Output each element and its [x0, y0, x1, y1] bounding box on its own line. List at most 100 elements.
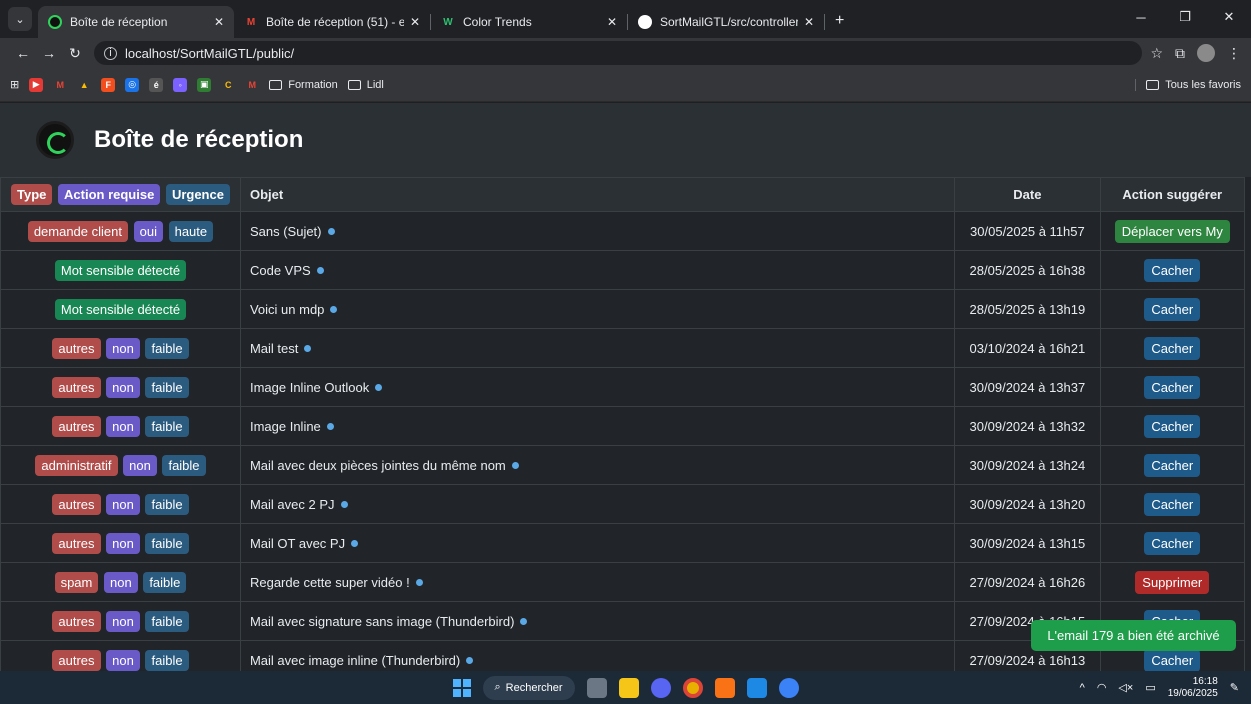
table-row[interactable]: Mot sensible détecté Code VPS 28/05/2025… [0, 250, 1246, 290]
preview-magnifier-icon[interactable] [330, 305, 338, 313]
hide-button[interactable]: Cacher [1144, 375, 1201, 399]
wifi-icon[interactable]: ◠ [1097, 681, 1107, 694]
subject-cell[interactable]: Mail OT avec PJ [239, 523, 956, 563]
subject-cell[interactable]: Mail avec image inline (Thunderbird) [239, 640, 956, 671]
battery-icon[interactable]: ▭ [1145, 681, 1155, 694]
all-bookmarks-folder[interactable]: Tous les favoris [1135, 78, 1241, 91]
vscode-icon[interactable] [746, 677, 767, 698]
bookmark-folder-lidl[interactable]: Lidl [347, 79, 384, 91]
table-row[interactable]: autres non faible Mail OT avec PJ 30/09/… [0, 523, 1246, 563]
table-row[interactable]: spam non faible Regarde cette super vidé… [0, 562, 1246, 602]
browser-tab-github[interactable]: SortMailGTL/src/controller/Ema ✕ [628, 6, 824, 38]
subject-cell[interactable]: Code VPS [239, 250, 956, 290]
back-arrow-icon[interactable]: ← [10, 45, 36, 61]
subject-cell[interactable]: Mail avec 2 PJ [239, 484, 956, 524]
clock[interactable]: 16:18 19/06/2025 [1168, 676, 1218, 700]
task-view-icon[interactable] [586, 677, 607, 698]
forward-arrow-icon[interactable]: → [36, 45, 62, 61]
header-type[interactable]: Type [11, 184, 53, 205]
close-tab-icon[interactable]: ✕ [410, 15, 420, 29]
delete-button[interactable]: Supprimer [1135, 570, 1210, 594]
extensions-icon[interactable]: ⧉ [1175, 45, 1185, 62]
preview-magnifier-icon[interactable] [316, 266, 324, 274]
preview-magnifier-icon[interactable] [351, 539, 359, 547]
hide-button[interactable]: Cacher [1144, 414, 1201, 438]
volume-icon[interactable]: ◁× [1118, 681, 1133, 694]
table-row[interactable]: autres non faible Mail avec 2 PJ 30/09/2… [0, 484, 1246, 524]
close-tab-icon[interactable]: ✕ [214, 15, 224, 29]
subject-cell[interactable]: Image Inline Outlook [239, 367, 956, 407]
subject-cell[interactable]: Mail test [239, 328, 956, 368]
archive-toast[interactable]: L'email 179 a bien été archivé [1031, 620, 1236, 651]
hide-button[interactable]: Cacher [1144, 453, 1201, 477]
browser-menu-icon[interactable]: ⋮ [1227, 45, 1241, 62]
site-info-icon[interactable]: i [104, 46, 117, 60]
app-icon[interactable] [778, 677, 799, 698]
file-explorer-icon[interactable] [618, 677, 639, 698]
taskbar-search[interactable]: ⌕ Rechercher [482, 675, 575, 700]
browser-tab-color-trends[interactable]: W Color Trends ✕ [431, 6, 627, 38]
table-row[interactable]: autres non faible Image Inline 30/09/202… [0, 406, 1246, 446]
subject-cell[interactable]: Image Inline [239, 406, 956, 446]
close-tab-icon[interactable]: ✕ [804, 15, 814, 29]
notifications-icon[interactable]: ✎ [1230, 681, 1239, 694]
table-row[interactable]: Mot sensible détecté Voici un mdp 28/05/… [0, 289, 1246, 329]
header-action-required[interactable]: Action requise [58, 184, 161, 205]
minimize-icon[interactable]: ─ [1119, 0, 1163, 34]
bookmark-folder-formation[interactable]: Formation [269, 79, 338, 91]
chrome-icon[interactable] [682, 677, 703, 698]
table-row[interactable]: autres non faible Image Inline Outlook 3… [0, 367, 1246, 407]
xampp-icon[interactable] [714, 677, 735, 698]
subject-cell[interactable]: Mail avec signature sans image (Thunderb… [239, 601, 956, 641]
bookmark-site-icon[interactable]: ▣ [197, 77, 212, 92]
preview-magnifier-icon[interactable] [327, 227, 335, 235]
preview-magnifier-icon[interactable] [340, 500, 348, 508]
table-row[interactable]: administratif non faible Mail avec deux … [0, 445, 1246, 485]
hide-button[interactable]: Cacher [1144, 648, 1201, 671]
etu-icon[interactable]: é [149, 77, 164, 92]
profile-avatar[interactable] [1197, 44, 1215, 62]
reload-icon[interactable]: ↻ [62, 45, 88, 62]
preview-magnifier-icon[interactable] [466, 656, 474, 664]
gmail-icon[interactable]: M [53, 78, 67, 92]
hide-button[interactable]: Cacher [1144, 297, 1201, 321]
new-tab-icon[interactable]: + [825, 12, 854, 38]
close-window-icon[interactable]: ✕ [1207, 0, 1251, 34]
subject-cell[interactable]: Regarde cette super vidéo ! [239, 562, 956, 602]
preview-magnifier-icon[interactable] [415, 578, 423, 586]
subject-cell[interactable]: Mail avec deux pièces jointes du même no… [239, 445, 956, 485]
header-urgency[interactable]: Urgence [165, 184, 230, 205]
bookmark-star-icon[interactable]: ☆ [1150, 45, 1163, 62]
subject-cell[interactable]: Voici un mdp [239, 289, 956, 329]
hide-button[interactable]: Cacher [1144, 531, 1201, 555]
hide-button[interactable]: Cacher [1144, 492, 1201, 516]
table-row[interactable]: autres non faible Mail test 03/10/2024 à… [0, 328, 1246, 368]
preview-magnifier-icon[interactable] [326, 422, 334, 430]
bookmark-site-icon[interactable]: M [245, 78, 259, 92]
browser-tab-inbox[interactable]: Boîte de réception ✕ [38, 6, 234, 38]
preview-magnifier-icon[interactable] [520, 617, 528, 625]
hide-button[interactable]: Cacher [1144, 258, 1201, 282]
bookmark-site-icon[interactable]: ◎ [125, 77, 140, 92]
browser-tab-gmail[interactable]: M Boîte de réception (51) - eythan ✕ [234, 6, 430, 38]
close-tab-icon[interactable]: ✕ [607, 15, 617, 29]
windows-start-icon[interactable] [452, 678, 471, 697]
preview-magnifier-icon[interactable] [375, 383, 383, 391]
apps-grid-icon[interactable]: ⊞ [10, 78, 19, 91]
move-button[interactable]: Déplacer vers My [1114, 219, 1230, 243]
hide-button[interactable]: Cacher [1144, 336, 1201, 360]
table-row[interactable]: demande client oui haute Sans (Sujet) 30… [0, 211, 1246, 251]
youtube-icon[interactable]: ▶ [29, 77, 44, 92]
drive-icon[interactable]: ▲ [77, 78, 91, 92]
bookmark-site-icon[interactable]: ◦ [173, 77, 188, 92]
restore-icon[interactable]: ❐ [1163, 0, 1207, 34]
preview-magnifier-icon[interactable] [304, 344, 312, 352]
preview-magnifier-icon[interactable] [511, 461, 519, 469]
discord-icon[interactable] [650, 677, 671, 698]
tab-search-dropdown-icon[interactable]: ⌄ [8, 7, 32, 31]
bookmark-site-icon[interactable]: C [221, 78, 235, 92]
subject-cell[interactable]: Sans (Sujet) [239, 211, 956, 251]
url-omnibox[interactable]: i localhost/SortMailGTL/public/ [94, 41, 1143, 65]
figma-icon[interactable]: F [101, 77, 116, 92]
tray-expand-icon[interactable]: ^ [1080, 682, 1085, 694]
